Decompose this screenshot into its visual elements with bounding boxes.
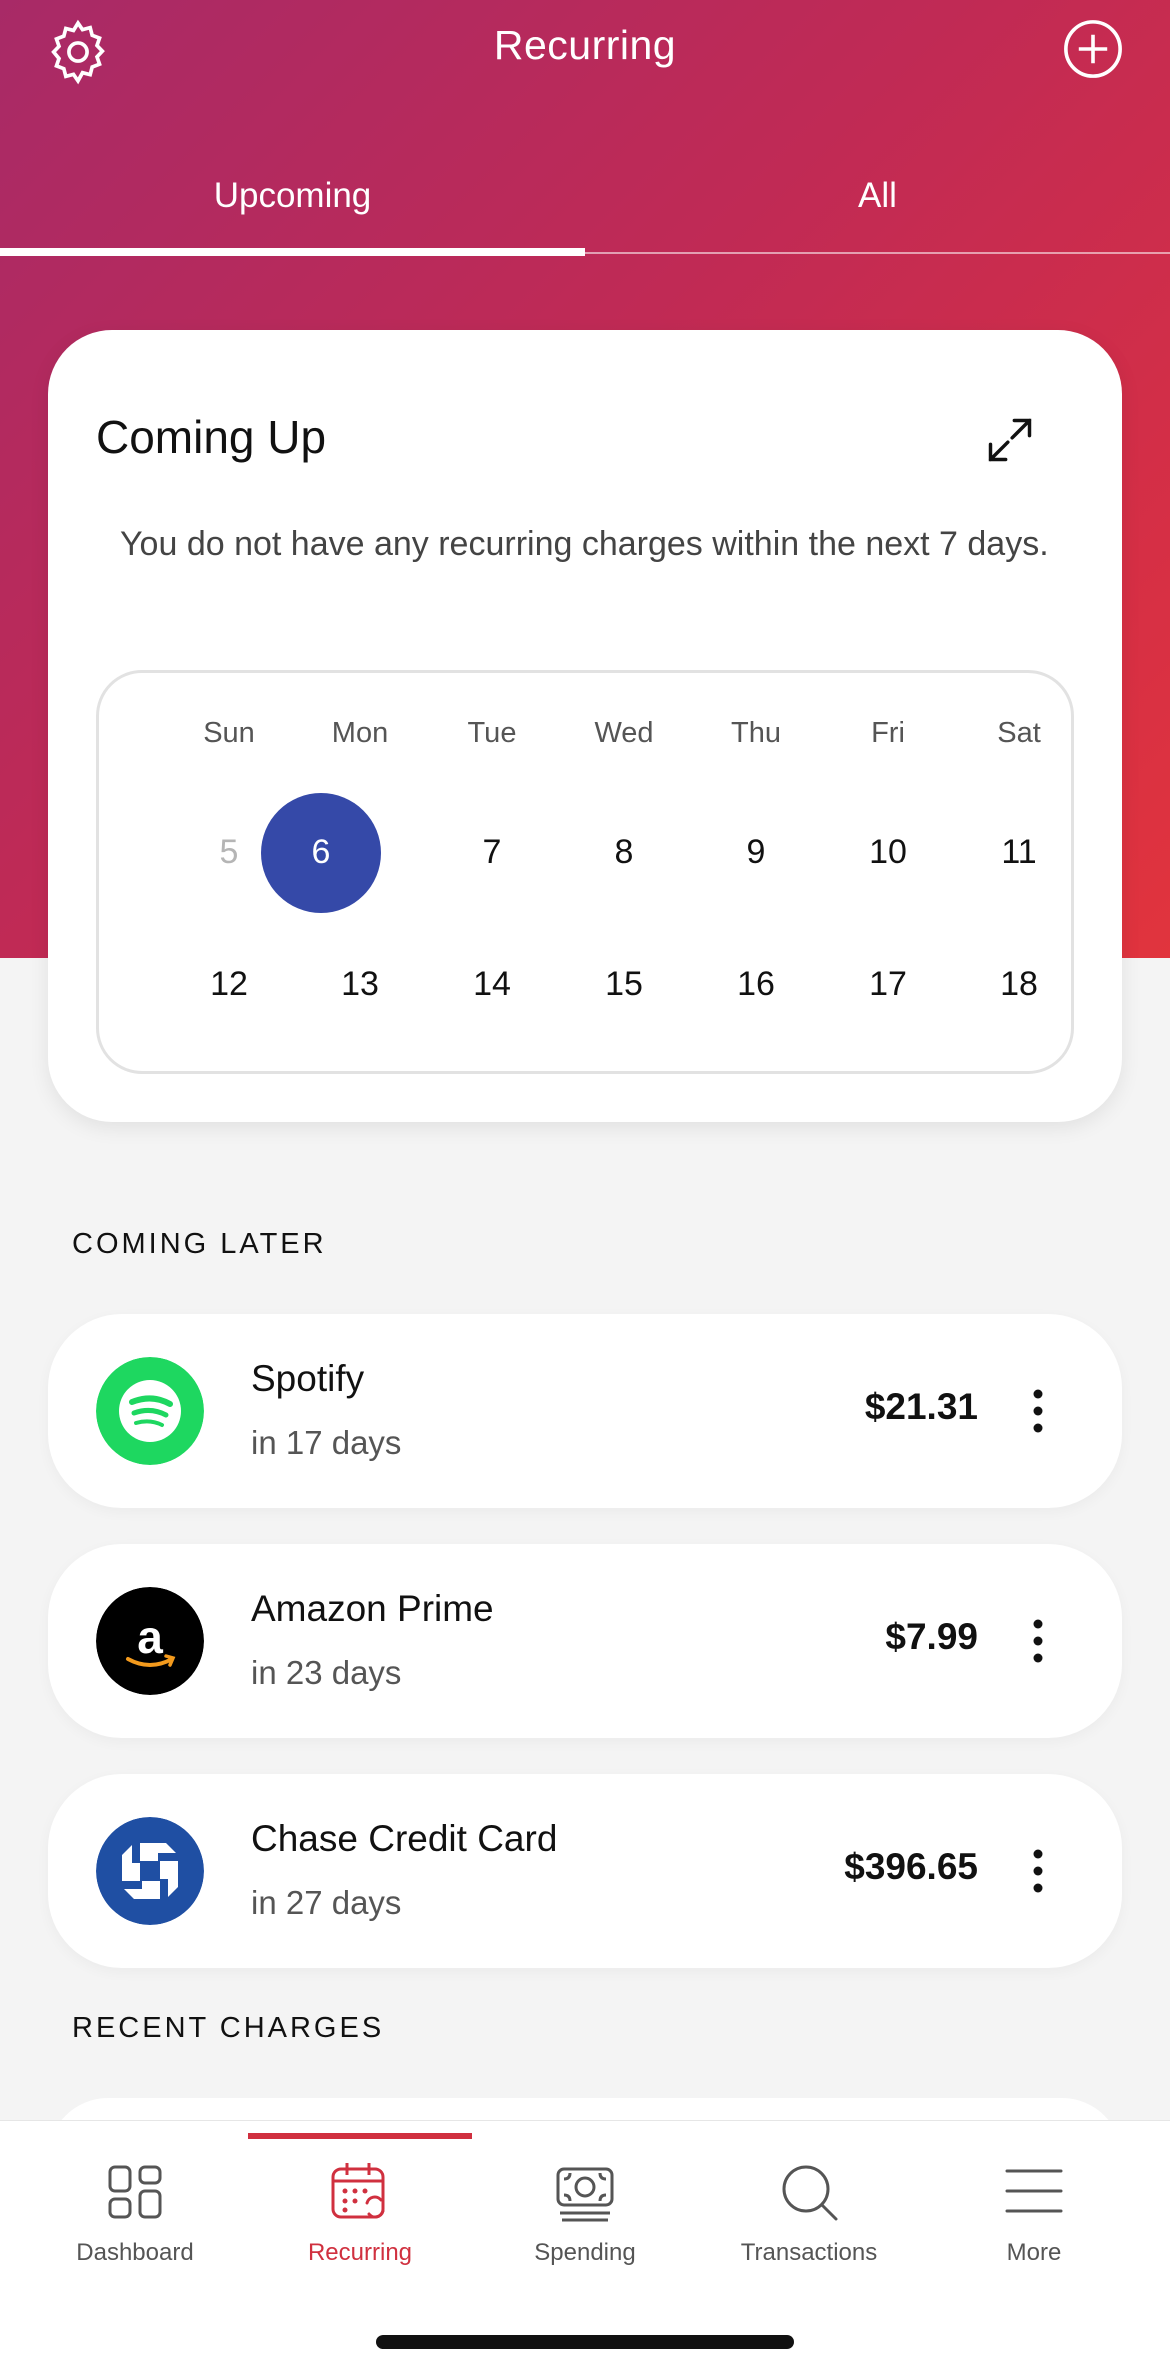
calendar-day[interactable]: 18 — [959, 965, 1079, 1004]
nav-label: Recurring — [307, 2239, 413, 2266]
calendar-day[interactable]: 9 — [696, 833, 816, 872]
search-icon — [782, 2165, 838, 2221]
item-name: Chase Credit Card — [251, 1818, 558, 1859]
more-vertical-icon[interactable] — [1028, 1618, 1048, 1664]
calendar-day[interactable]: 11 — [959, 833, 1079, 872]
item-amount: $21.31 — [864, 1386, 978, 1427]
expand-icon[interactable] — [984, 414, 1036, 466]
menu-icon — [1005, 2169, 1063, 2213]
nav-label: Transactions — [740, 2239, 878, 2266]
item-due: in 17 days — [251, 1424, 402, 1461]
tab-bar: Upcoming All — [0, 160, 1170, 260]
weekday-label: Mon — [331, 717, 389, 749]
home-indicator — [376, 2335, 794, 2349]
tab-active-indicator — [0, 248, 585, 256]
spotify-icon — [96, 1357, 204, 1465]
item-name: Spotify — [251, 1358, 365, 1399]
top-bar: Recurring — [0, 0, 1170, 110]
weekday-label: Thu — [731, 717, 781, 749]
recurring-calendar-icon — [331, 2163, 385, 2219]
calendar-day[interactable]: 13 — [300, 965, 420, 1004]
weekday-label: Sun — [203, 717, 255, 749]
nav-spending[interactable]: Spending — [473, 2121, 697, 2281]
calendar-day[interactable]: 12 — [169, 965, 289, 1004]
calendar-day[interactable]: 8 — [564, 833, 684, 872]
item-amount: $396.65 — [844, 1846, 978, 1887]
recurring-item-amazon-prime[interactable]: a Amazon Prime in 23 days $7.99 — [48, 1544, 1122, 1738]
dashboard-icon — [108, 2165, 162, 2219]
week-calendar: Sun Mon Tue Wed Thu Fri Sat 5 6 7 8 9 10… — [96, 670, 1074, 1074]
coming-later-heading: COMING LATER — [72, 1228, 327, 1260]
card-title: Coming Up — [96, 411, 327, 463]
weekday-label: Sat — [997, 717, 1041, 749]
calendar-day[interactable]: 10 — [828, 833, 948, 872]
calendar-day[interactable]: 17 — [828, 965, 948, 1004]
coming-up-message: You do not have any recurring charges wi… — [120, 525, 1049, 563]
more-vertical-icon[interactable] — [1028, 1388, 1048, 1434]
weekday-label: Tue — [467, 717, 517, 749]
amazon-icon: a — [96, 1587, 204, 1695]
weekday-label: Wed — [594, 717, 654, 749]
recent-charges-heading: RECENT CHARGES — [72, 2012, 385, 2044]
nav-transactions[interactable]: Transactions — [697, 2121, 921, 2281]
chase-icon — [96, 1817, 204, 1925]
nav-label: Dashboard — [76, 2239, 194, 2266]
tab-upcoming[interactable]: Upcoming — [0, 176, 585, 216]
calendar-day-today[interactable]: 6 — [261, 833, 381, 872]
calendar-day[interactable]: 15 — [564, 965, 684, 1004]
calendar-day[interactable]: 7 — [432, 833, 552, 872]
calendar-day[interactable]: 16 — [696, 965, 816, 1004]
nav-recurring[interactable]: Recurring — [248, 2121, 472, 2281]
svg-text:a: a — [137, 1611, 163, 1663]
item-due: in 27 days — [251, 1884, 402, 1921]
item-name: Amazon Prime — [251, 1588, 494, 1629]
recurring-item-chase-credit-card[interactable]: Chase Credit Card in 27 days $396.65 — [48, 1774, 1122, 1968]
more-vertical-icon[interactable] — [1028, 1848, 1048, 1894]
spending-icon — [556, 2167, 614, 2222]
nav-label: Spending — [534, 2239, 636, 2266]
calendar-day[interactable]: 14 — [432, 965, 552, 1004]
page-title: Recurring — [493, 22, 677, 68]
nav-label: More — [1006, 2239, 1062, 2266]
nav-more[interactable]: More — [922, 2121, 1146, 2281]
item-amount: $7.99 — [885, 1616, 978, 1657]
nav-dashboard[interactable]: Dashboard — [23, 2121, 247, 2281]
item-due: in 23 days — [251, 1654, 402, 1691]
weekday-label: Fri — [871, 717, 905, 749]
tab-all[interactable]: All — [585, 176, 1170, 216]
recurring-item-spotify[interactable]: Spotify in 17 days $21.31 — [48, 1314, 1122, 1508]
add-icon[interactable] — [1062, 18, 1124, 80]
coming-up-card: Coming Up You do not have any recurring … — [48, 330, 1122, 1122]
